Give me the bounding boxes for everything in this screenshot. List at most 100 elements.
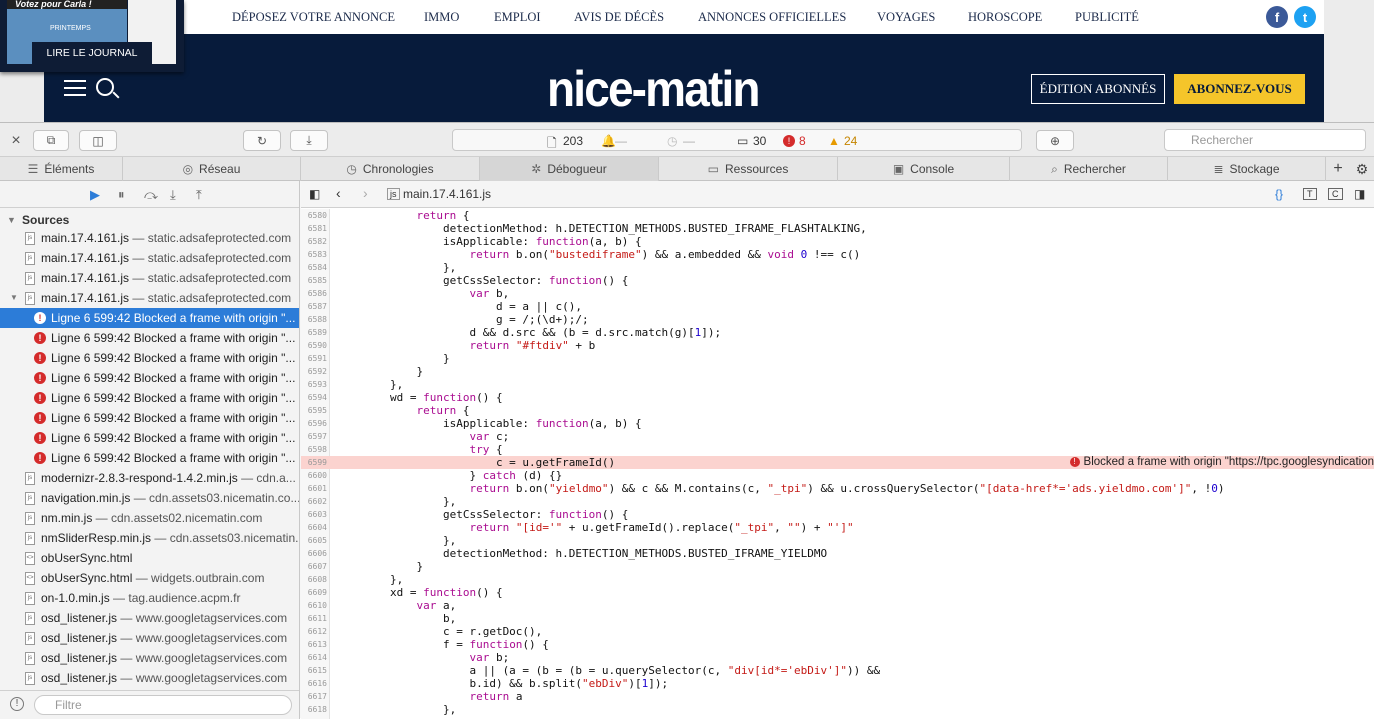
pause-icon[interactable]: ⏸ (118, 187, 125, 203)
line-number[interactable]: 6588 (301, 313, 327, 326)
source-file-item[interactable]: js nm.min.js — cdn.assets02.nicematin.com (0, 508, 299, 528)
code-line-error[interactable]: 6599 c = u.getFrameId()! Blocked a frame … (301, 456, 1374, 469)
split-view-icon[interactable]: ◫ (79, 130, 117, 151)
line-number[interactable]: 6609 (301, 586, 327, 599)
code-line[interactable]: 6607 } (301, 560, 1374, 573)
coverage-icon[interactable]: C (1328, 188, 1343, 200)
line-number[interactable]: 6583 (301, 248, 327, 261)
step-into-icon[interactable]: ⤓ (170, 187, 176, 203)
line-number[interactable]: 6593 (301, 378, 327, 391)
source-file-item[interactable]: <> obUserSync.html — widgets.outbrain.com (0, 568, 299, 588)
line-number[interactable]: 6614 (301, 651, 327, 664)
code-line[interactable]: 6602 }, (301, 495, 1374, 508)
code-line[interactable]: 6588 g = /;(\d+);/; (301, 313, 1374, 326)
code-line[interactable]: 6586 var b, (301, 287, 1374, 300)
code-line[interactable]: 6584 }, (301, 261, 1374, 274)
nav-link-emploi[interactable]: EMPLOI (494, 10, 541, 25)
code-line[interactable]: 6603 getCssSelector: function() { (301, 508, 1374, 521)
back-icon[interactable]: ‹ (336, 185, 341, 201)
line-number[interactable]: 6589 (301, 326, 327, 339)
code-line[interactable]: 6606 detectionMethod: h.DETECTION_METHOD… (301, 547, 1374, 560)
source-file-item[interactable]: js main.17.4.161.js — static.adsafeprotec… (0, 248, 299, 268)
line-number[interactable]: 6613 (301, 638, 327, 651)
download-icon[interactable]: ⤓ (290, 130, 328, 151)
code-line[interactable]: 6581 detectionMethod: h.DETECTION_METHOD… (301, 222, 1374, 235)
line-number[interactable]: 6608 (301, 573, 327, 586)
source-error-item[interactable]: ! Ligne 6 599:42 Blocked a frame with ori… (0, 428, 299, 448)
line-number[interactable]: 6585 (301, 274, 327, 287)
line-number[interactable]: 6592 (301, 365, 327, 378)
code-line[interactable]: 6587 d = a || c(), (301, 300, 1374, 313)
pretty-print-icon[interactable]: {} (1275, 187, 1283, 201)
forward-icon[interactable]: › (363, 185, 368, 201)
expand-arrow-icon[interactable]: ▼ (10, 288, 18, 308)
line-number[interactable]: 6611 (301, 612, 327, 625)
line-number[interactable]: 6612 (301, 625, 327, 638)
line-number[interactable]: 6617 (301, 690, 327, 703)
source-error-item[interactable]: ! Ligne 6 599:42 Blocked a frame with ori… (0, 448, 299, 468)
line-number[interactable]: 6594 (301, 391, 327, 404)
code-line[interactable]: 6593 }, (301, 378, 1374, 391)
line-number[interactable]: 6604 (301, 521, 327, 534)
edition-abonnes-button[interactable]: ÉDITION ABONNÉS (1031, 74, 1165, 104)
add-tab-icon[interactable]: + (1326, 157, 1350, 181)
code-line[interactable]: 6583 return b.on("bustediframe") && a.em… (301, 248, 1374, 261)
code-line[interactable]: 6596 isApplicable: function(a, b) { (301, 417, 1374, 430)
line-number[interactable]: 6616 (301, 677, 327, 690)
line-number[interactable]: 6602 (301, 495, 327, 508)
tab-timelines[interactable]: ◷ Chronologies (301, 157, 480, 181)
resource-count[interactable]: 203 (563, 134, 583, 148)
breakpoints-toggle-icon[interactable]: ▶ (90, 187, 100, 203)
code-line[interactable]: 6613 f = function() { (301, 638, 1374, 651)
source-error-item[interactable]: ! Ligne 6 599:42 Blocked a frame with ori… (0, 308, 299, 328)
line-number[interactable]: 6591 (301, 352, 327, 365)
line-number[interactable]: 6587 (301, 300, 327, 313)
line-number[interactable]: 6584 (301, 261, 327, 274)
code-line[interactable]: 6585 getCssSelector: function() { (301, 274, 1374, 287)
source-file-item[interactable]: js osd_listener.js — www.googletagservice… (0, 628, 299, 648)
site-logo[interactable]: nice-matin (547, 63, 760, 115)
target-icon[interactable]: ⊕ (1036, 130, 1074, 151)
code-line[interactable]: 6592 } (301, 365, 1374, 378)
step-out-icon[interactable]: ⤒ (196, 187, 202, 203)
reload-icon[interactable]: ↻ (243, 130, 281, 151)
source-file-item[interactable]: js osd_listener.js — www.googletagservice… (0, 668, 299, 688)
inline-error-message[interactable]: ! Blocked a frame with origin "https://tp… (1065, 456, 1374, 469)
tab-console[interactable]: ▣ Console (838, 157, 1010, 181)
source-file-item[interactable]: js osd_listener.js — www.googletagservice… (0, 608, 299, 628)
journal-widget[interactable]: Votez pour Carla ! PRINTEMPS LIRE LE JOU… (0, 0, 184, 72)
line-number[interactable]: 6598 (301, 443, 327, 456)
code-line[interactable]: 6610 var a, (301, 599, 1374, 612)
step-over-icon[interactable]: ⤼ (144, 187, 158, 203)
source-file-item[interactable]: js osd_listener.js — www.googletagservice… (0, 648, 299, 668)
code-line[interactable]: 6590 return "#ftdiv" + b (301, 339, 1374, 352)
code-line[interactable]: 6618 }, (301, 703, 1374, 716)
source-error-item[interactable]: ! Ligne 6 599:42 Blocked a frame with ori… (0, 328, 299, 348)
code-line[interactable]: 6615 a || (a = (b = (b = u.querySelector… (301, 664, 1374, 677)
tab-storage[interactable]: ≣ Stockage (1168, 157, 1326, 181)
code-line[interactable]: 6609 xd = function() { (301, 586, 1374, 599)
nav-link-immo[interactable]: IMMO (424, 10, 459, 25)
nav-link-publicite[interactable]: PUBLICITÉ (1075, 10, 1139, 25)
line-number[interactable]: 6586 (301, 287, 327, 300)
sources-header[interactable]: Sources (0, 208, 299, 232)
code-line[interactable]: 6600 } catch (d) {} (301, 469, 1374, 482)
code-view[interactable]: 6580 return {6581 detectionMethod: h.DET… (301, 209, 1374, 719)
code-line[interactable]: 6611 b, (301, 612, 1374, 625)
line-number[interactable]: 6607 (301, 560, 327, 573)
code-line[interactable]: 6589 d && d.src && (b = d.src.match(g)[1… (301, 326, 1374, 339)
nav-link-annonces-officielles[interactable]: ANNONCES OFFICIELLES (698, 10, 846, 25)
current-file-name[interactable]: main.17.4.161.js (403, 187, 491, 201)
search-icon[interactable] (96, 78, 114, 96)
error-filter-icon[interactable]: ! (10, 697, 24, 711)
nav-link-voyages[interactable]: VOYAGES (877, 10, 935, 25)
line-number[interactable]: 6595 (301, 404, 327, 417)
line-number[interactable]: 6597 (301, 430, 327, 443)
code-line[interactable]: 6612 c = r.getDoc(), (301, 625, 1374, 638)
source-error-item[interactable]: ! Ligne 6 599:42 Blocked a frame with ori… (0, 408, 299, 428)
code-line[interactable]: 6591 } (301, 352, 1374, 365)
code-line[interactable]: 6595 return { (301, 404, 1374, 417)
warning-count[interactable]: 24 (844, 134, 857, 148)
read-journal-button[interactable]: LIRE LE JOURNAL (32, 42, 152, 64)
code-line[interactable]: 6598 try { (301, 443, 1374, 456)
